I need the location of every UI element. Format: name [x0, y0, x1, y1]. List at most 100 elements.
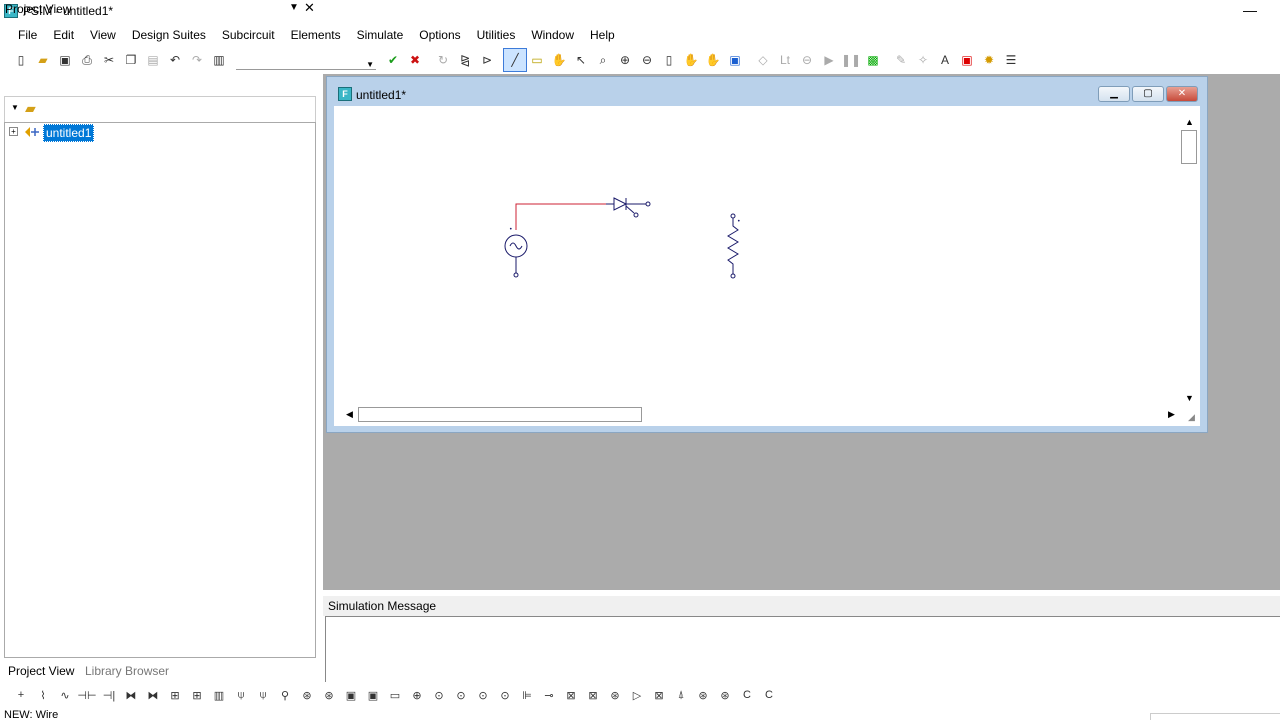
- ac-source-icon[interactable]: ⊙: [428, 685, 450, 705]
- transformer-icon[interactable]: ⧓: [120, 685, 142, 705]
- resistor[interactable]: •: [727, 213, 741, 279]
- redo-icon[interactable]: ↷: [186, 49, 208, 71]
- menu-window[interactable]: Window: [523, 25, 582, 45]
- c-block-icon[interactable]: C: [758, 685, 780, 705]
- summer-icon[interactable]: ⊕: [406, 685, 428, 705]
- new-file-icon[interactable]: ▯: [10, 49, 32, 71]
- flip-lr-icon[interactable]: ⧎: [454, 49, 476, 71]
- diamond-icon[interactable]: ◇: [752, 49, 774, 71]
- run-icon[interactable]: ▶: [818, 49, 840, 71]
- cancel-icon[interactable]: ✖: [404, 49, 426, 71]
- stop-icon[interactable]: ⊖: [796, 49, 818, 71]
- current-source-icon[interactable]: ⊙: [472, 685, 494, 705]
- meter-icon[interactable]: ▣: [362, 685, 384, 705]
- scope-icon[interactable]: ▣: [340, 685, 362, 705]
- controlled-source-icon[interactable]: ⊙: [494, 685, 516, 705]
- close-icon[interactable]: ✕: [304, 0, 315, 16]
- fit-page-icon[interactable]: ▯: [658, 49, 680, 71]
- capacitor-icon[interactable]: ⊣⊢: [76, 685, 98, 705]
- undo-icon[interactable]: ↶: [164, 49, 186, 71]
- transfer-function-icon[interactable]: ⊠: [582, 685, 604, 705]
- switch-icon[interactable]: ⊛: [692, 685, 714, 705]
- scroll-right-icon[interactable]: ▶: [1168, 409, 1175, 420]
- text-icon[interactable]: A: [934, 49, 956, 71]
- capacitor-polar-icon[interactable]: ⊣|: [98, 685, 120, 705]
- grab-hand-icon[interactable]: ✋: [702, 49, 724, 71]
- current-probe-icon[interactable]: ⊛: [296, 685, 318, 705]
- vertical-scroll-thumb[interactable]: [1181, 130, 1197, 164]
- sensor-icon[interactable]: ⊸: [538, 685, 560, 705]
- menu-edit[interactable]: Edit: [45, 25, 82, 45]
- tab-project-view[interactable]: Project View: [8, 664, 74, 678]
- gating-block-icon[interactable]: ⊫: [516, 685, 538, 705]
- diode-bridge-icon[interactable]: ▥: [208, 685, 230, 705]
- magic-wand-icon[interactable]: ✧: [912, 49, 934, 71]
- expand-icon[interactable]: +: [9, 127, 18, 136]
- check-icon[interactable]: ✔: [382, 49, 404, 71]
- horizontal-scroll-thumb[interactable]: [358, 407, 642, 422]
- wire-tool-icon[interactable]: ╱: [503, 48, 527, 72]
- logic-icon[interactable]: ⊠: [648, 685, 670, 705]
- record-icon[interactable]: ▣: [956, 49, 978, 71]
- integrator-icon[interactable]: ⊠: [560, 685, 582, 705]
- lt-icon[interactable]: Lt: [774, 49, 796, 71]
- doc-close-button[interactable]: ✕: [1166, 86, 1198, 102]
- coupled-inductor-icon[interactable]: ⧓: [142, 685, 164, 705]
- block-icon[interactable]: ▭: [384, 685, 406, 705]
- clipboard-icon[interactable]: ▥: [208, 49, 230, 71]
- comparator-icon[interactable]: ▷: [626, 685, 648, 705]
- relay-icon[interactable]: ⊛: [714, 685, 736, 705]
- scroll-left-icon[interactable]: ◀: [346, 409, 353, 420]
- zener-icon[interactable]: ⍋: [670, 685, 692, 705]
- print-icon[interactable]: ⎙: [76, 49, 98, 71]
- resize-grip-icon[interactable]: ◢: [1188, 412, 1195, 423]
- menu-simulate[interactable]: Simulate: [349, 25, 412, 45]
- cut-icon[interactable]: ✂: [98, 49, 120, 71]
- ammeter-icon[interactable]: ⊛: [318, 685, 340, 705]
- thyristor-icon[interactable]: ⍦: [252, 685, 274, 705]
- subcircuit-icon[interactable]: ▣: [724, 49, 746, 71]
- panel-pin-icon[interactable]: ▼: [289, 2, 299, 13]
- clock-icon[interactable]: ⊛: [604, 685, 626, 705]
- pause-icon[interactable]: ❚❚: [840, 49, 862, 71]
- zoom-out-icon[interactable]: ⊖: [636, 49, 658, 71]
- voltage-probe-icon[interactable]: ⚲: [274, 685, 296, 705]
- minimize-button[interactable]: —: [1240, 0, 1260, 22]
- simview-icon[interactable]: ▩: [862, 49, 884, 71]
- menu-design-suites[interactable]: Design Suites: [124, 25, 214, 45]
- thyristor[interactable]: [606, 197, 651, 218]
- menu-utilities[interactable]: Utilities: [469, 25, 524, 45]
- select-arrow-icon[interactable]: ↖: [570, 49, 592, 71]
- label-tool-icon[interactable]: ▭: [526, 49, 548, 71]
- scroll-up-icon[interactable]: ▲: [1185, 117, 1194, 127]
- element-combo-box[interactable]: ▼: [236, 50, 376, 70]
- menu-subcircuit[interactable]: Subcircuit: [214, 25, 283, 45]
- pan-hand-icon[interactable]: ✋: [548, 49, 570, 71]
- probe-hand-icon[interactable]: ✋: [680, 49, 702, 71]
- wire[interactable]: [515, 203, 614, 230]
- pen-icon[interactable]: ✎: [890, 49, 912, 71]
- scroll-down-icon[interactable]: ▼: [1185, 393, 1194, 403]
- tab-library-browser[interactable]: Library Browser: [85, 664, 169, 678]
- menu-options[interactable]: Options: [411, 25, 468, 45]
- menu-elements[interactable]: Elements: [283, 25, 349, 45]
- dc-source-icon[interactable]: ⊙: [450, 685, 472, 705]
- toolbar-options-icon[interactable]: ☰: [1000, 49, 1022, 71]
- resistor-icon[interactable]: ⌇: [32, 685, 54, 705]
- dropdown-arrow-icon[interactable]: ▼: [11, 103, 19, 112]
- rotate-icon[interactable]: ↻: [432, 49, 454, 71]
- doc-maximize-button[interactable]: ▢: [1132, 86, 1164, 102]
- gear-icon[interactable]: ✹: [978, 49, 1000, 71]
- mosfet-icon[interactable]: ⊞: [164, 685, 186, 705]
- schematic-canvas[interactable]: • •: [334, 106, 1200, 426]
- ac-source[interactable]: •: [504, 226, 528, 278]
- zoom-icon[interactable]: ⌕: [592, 49, 614, 71]
- inductor-icon[interactable]: ∿: [54, 685, 76, 705]
- c-icon[interactable]: C: [736, 685, 758, 705]
- copy-icon[interactable]: ❐: [120, 49, 142, 71]
- ground-icon[interactable]: +: [10, 685, 32, 705]
- paste-icon[interactable]: ▤: [142, 49, 164, 71]
- zoom-in-icon[interactable]: ⊕: [614, 49, 636, 71]
- open-folder-icon[interactable]: ▰: [32, 49, 54, 71]
- igbt-icon[interactable]: ⊞: [186, 685, 208, 705]
